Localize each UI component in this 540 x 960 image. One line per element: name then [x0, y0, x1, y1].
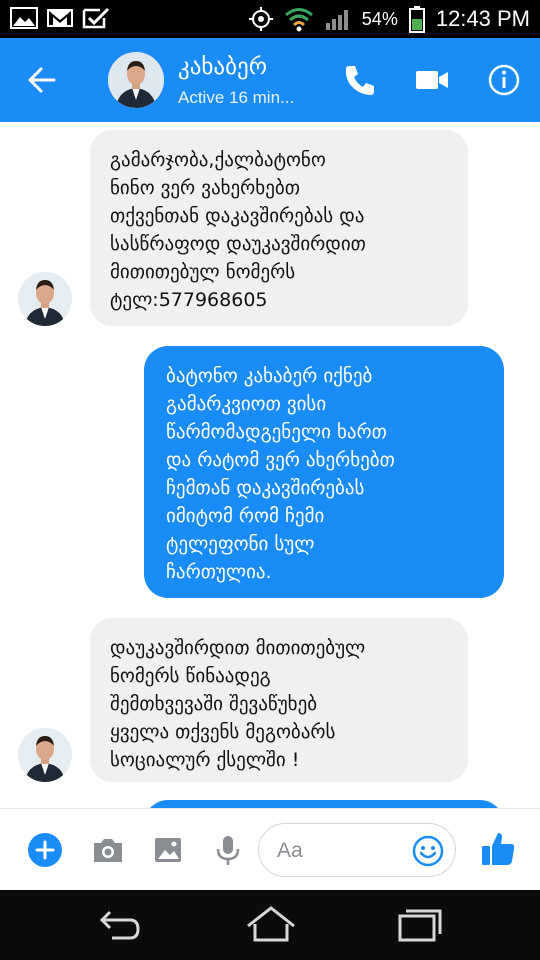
gps-icon [248, 7, 273, 31]
message-line: დაუკავშირდით მითითებულ [110, 637, 366, 659]
message-line: გამარჯობა,ქალბატონო [110, 149, 326, 171]
nav-home-icon[interactable] [244, 904, 298, 944]
signal-icon [325, 10, 348, 30]
status-bar: 54% 12:43 PM [0, 0, 540, 38]
gallery-icon[interactable] [150, 832, 186, 868]
contact-avatar[interactable] [108, 52, 164, 108]
sender-avatar[interactable] [18, 728, 72, 782]
message-line: სასწრაფოდ დაუკავშირდით [110, 233, 366, 255]
plus-icon[interactable] [27, 832, 63, 868]
message-input-container[interactable] [258, 823, 456, 877]
contact-name[interactable]: კახაბერ [178, 54, 267, 80]
thumbs-up-icon[interactable] [478, 829, 518, 869]
message-composer [0, 808, 540, 890]
message-line: გამარკვიოთ ვისი [166, 393, 327, 415]
wifi-icon [284, 8, 313, 32]
battery-icon [408, 6, 425, 33]
outgoing-message-partial[interactable] [144, 800, 504, 808]
microphone-icon[interactable] [210, 832, 246, 868]
message-line: ბატონო კახაბერ იქნებ [166, 365, 373, 387]
message-line: სოციალურ ქსელში ! [110, 749, 300, 771]
message-line: ყველა თქვენს მეგობარს [110, 721, 336, 743]
person-avatar-icon [18, 272, 72, 326]
message-line: იმიტომ რომ ჩემი [166, 505, 325, 527]
message-line: წარმომადგენელი ხართ [166, 421, 387, 443]
incoming-message[interactable]: გამარჯობა,ქალბატონო ნინო ვერ ვახერხებთ თ… [90, 130, 468, 326]
message-line: მითითებულ ნომერს [110, 261, 296, 283]
message-line: თქვენთან დაკავშირებას და [110, 205, 365, 227]
message-line: ტელეფონი სულ [166, 533, 315, 555]
gmail-icon [47, 9, 73, 27]
person-avatar-icon [108, 52, 164, 108]
tasks-icon [82, 7, 110, 29]
contact-active-status: Active 16 min... [178, 88, 295, 107]
message-line: შემთხვევაში შევაწუხებ [110, 693, 318, 715]
person-avatar-icon [18, 728, 72, 782]
video-camera-icon[interactable] [412, 60, 452, 100]
back-arrow-icon[interactable] [20, 58, 64, 102]
info-icon[interactable] [484, 60, 524, 100]
message-line: ჩემთან დაკავშირებას [166, 477, 365, 499]
message-line: და რატომ ვერ ახერხებთ [166, 449, 395, 471]
outgoing-message[interactable]: ბატონო კახაბერ იქნებ გამარკვიოთ ვისი წარ… [144, 346, 504, 598]
message-line: ნომერს წინაადეგ [110, 665, 271, 687]
camera-icon[interactable] [90, 832, 126, 868]
incoming-message[interactable]: დაუკავშირდით მითითებულ ნომერს წინაადეგ შ… [90, 618, 468, 782]
clock: 12:43 PM [435, 6, 530, 31]
phone-icon[interactable] [340, 60, 380, 100]
sender-avatar[interactable] [18, 272, 72, 326]
emoji-icon[interactable] [411, 834, 445, 868]
conversation-header: კახაბერ Active 16 min... [0, 38, 540, 122]
message-input[interactable] [277, 836, 407, 866]
nav-recents-icon[interactable] [396, 906, 444, 944]
message-line: ტელ:577968605 [110, 289, 268, 311]
image-icon [10, 7, 38, 29]
battery-percent: 54% [361, 8, 398, 29]
message-list[interactable]: გამარჯობა,ქალბატონო ნინო ვერ ვახერხებთ თ… [0, 122, 540, 808]
message-line: ნინო ვერ ვახერხებთ [110, 177, 300, 199]
message-line: ჩართულია. [166, 561, 272, 583]
system-navigation-bar [0, 890, 540, 960]
nav-back-icon[interactable] [96, 906, 144, 944]
